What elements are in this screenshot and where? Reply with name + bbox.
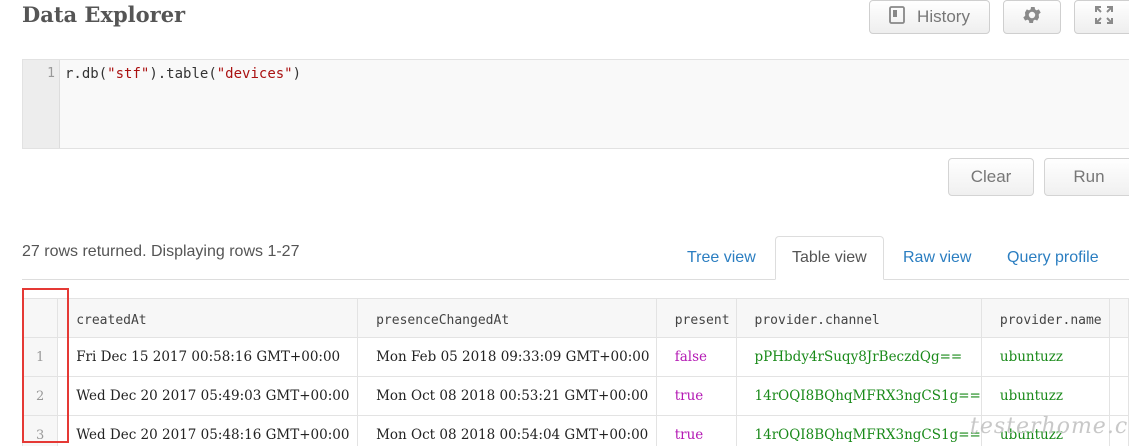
column-header-provider-name[interactable]: provider.name xyxy=(980,298,1110,338)
query-code[interactable]: r.db("stf").table("devices") xyxy=(65,66,301,82)
cell-presenceChangedAt: Mon Oct 08 2018 00:54:04 GMT+00:00 xyxy=(357,415,657,446)
history-button[interactable]: History xyxy=(869,0,990,34)
settings-button[interactable] xyxy=(1003,0,1061,34)
annotation-highlight-box xyxy=(22,288,69,443)
cell-overflow xyxy=(1108,337,1129,377)
cell-provider-channel: pPHbdy4rSuqy8JrBeczdQg== xyxy=(735,337,982,377)
table-name-string: "devices" xyxy=(216,66,293,82)
cell-createdAt: Wed Dec 20 2017 05:48:16 GMT+00:00 xyxy=(57,415,359,446)
cell-present: true xyxy=(655,415,737,446)
cell-provider-channel: 14rOQI8BQhqMFRX3ngCS1g== xyxy=(735,415,982,446)
cell-overflow xyxy=(1108,376,1129,416)
fullscreen-icon xyxy=(1094,5,1114,30)
results-status: 27 rows returned. Displaying rows 1-27 xyxy=(22,243,300,260)
column-header-present[interactable]: present xyxy=(655,298,737,338)
column-header-presenceChangedAt[interactable]: presenceChangedAt xyxy=(357,298,657,338)
table-row[interactable]: 3 Wed Dec 20 2017 05:48:16 GMT+00:00 Mon… xyxy=(22,415,1129,446)
cell-createdAt: Wed Dec 20 2017 05:49:03 GMT+00:00 xyxy=(57,376,359,416)
table-row[interactable]: 2 Wed Dec 20 2017 05:49:03 GMT+00:00 Mon… xyxy=(22,376,1129,416)
gear-icon xyxy=(1021,4,1043,31)
results-table: createdAt presenceChangedAt present prov… xyxy=(22,298,1129,446)
tab-table-view[interactable]: Table view xyxy=(775,236,884,280)
cell-present: true xyxy=(655,376,737,416)
table-row[interactable]: 1 Fri Dec 15 2017 00:58:16 GMT+00:00 Mon… xyxy=(22,337,1129,377)
tab-query-profile[interactable]: Query profile xyxy=(991,236,1115,280)
fullscreen-button[interactable] xyxy=(1074,0,1129,34)
page-title: Data Explorer xyxy=(22,2,186,27)
cell-presenceChangedAt: Mon Oct 08 2018 00:53:21 GMT+00:00 xyxy=(357,376,657,416)
column-header-provider-channel[interactable]: provider.channel xyxy=(735,298,982,338)
tab-raw-view[interactable]: Raw view xyxy=(887,236,987,280)
cell-presenceChangedAt: Mon Feb 05 2018 09:33:09 GMT+00:00 xyxy=(357,337,657,377)
cell-createdAt: Fri Dec 15 2017 00:58:16 GMT+00:00 xyxy=(57,337,359,377)
table-header-row: createdAt presenceChangedAt present prov… xyxy=(22,298,1129,338)
cell-provider-name: ubuntuzz xyxy=(980,337,1110,377)
cell-provider-name: ubuntuzz xyxy=(980,376,1110,416)
line-number-gutter: 1 xyxy=(23,60,60,148)
clear-button[interactable]: Clear xyxy=(948,158,1034,196)
history-label: History xyxy=(917,7,970,26)
db-name-string: "stf" xyxy=(107,66,150,82)
watermark: testerhome.com xyxy=(970,414,1129,439)
column-header-overflow xyxy=(1108,298,1129,338)
cell-present: false xyxy=(655,337,737,377)
query-editor[interactable]: 1 r.db("stf").table("devices") xyxy=(22,59,1129,149)
run-button[interactable]: Run xyxy=(1044,158,1129,196)
history-icon xyxy=(889,5,905,29)
line-number: 1 xyxy=(47,66,55,81)
cell-provider-channel: 14rOQI8BQhqMFRX3ngCS1g== xyxy=(735,376,982,416)
results-table-container[interactable]: createdAt presenceChangedAt present prov… xyxy=(22,298,1129,446)
tab-tree-view[interactable]: Tree view xyxy=(671,236,772,280)
column-header-createdAt[interactable]: createdAt xyxy=(57,298,359,338)
